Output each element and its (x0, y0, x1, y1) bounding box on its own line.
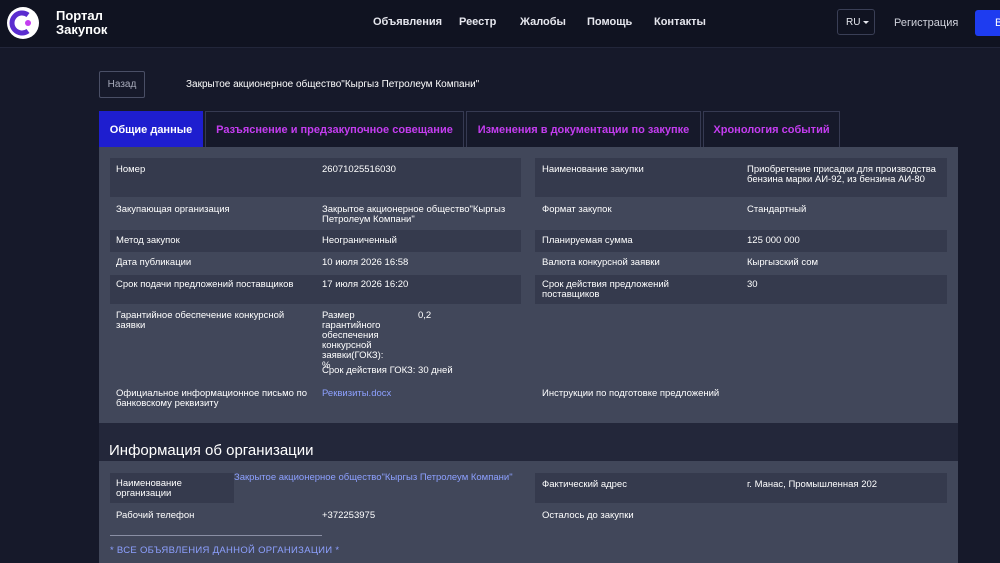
name-value: Приобретение присадки для производства б… (747, 164, 936, 185)
guarantee-term: Срок действия ГОКЗ: 30 дней (322, 365, 453, 376)
deadline-label: Срок подачи предложений поставщиков (116, 279, 294, 290)
register-link[interactable]: Регистрация (894, 17, 958, 29)
bank-letter-label: Официальное информационное письмо по бан… (116, 388, 308, 409)
divider (110, 535, 322, 536)
method-label: Метод закупок (116, 235, 180, 246)
nav-help[interactable]: Помощь (587, 16, 632, 28)
logo-line-1: Портал (56, 8, 103, 23)
page-title: Закрытое акционерное общество"Кыргыз Пет… (186, 79, 480, 90)
currency-value: Кыргызский сом (747, 257, 819, 268)
tab-doc-changes[interactable]: Изменения в документации по закупке (466, 111, 701, 147)
pubdate-label: Дата публикации (116, 257, 192, 268)
login-button[interactable]: В (975, 10, 1000, 36)
guarantee-size-label: Размер гарантийного обеспечения конкурсн… (322, 310, 384, 371)
all-org-announcements-link[interactable]: * ВСЕ ОБЪЯВЛЕНИЯ ДАННОЙ ОРГАНИЗАЦИИ * (110, 545, 339, 556)
logo-line-2: Закупок (56, 22, 108, 37)
planned-sum-value: 125 000 000 (747, 235, 800, 246)
nav-complaints[interactable]: Жалобы (520, 16, 566, 28)
nav-announcements[interactable]: Объявления (373, 16, 442, 28)
general-info-panel: Номер 26071025516030 Наименование закупк… (99, 147, 958, 423)
language-selector[interactable]: RU (837, 9, 875, 35)
portal-logo-icon[interactable] (6, 6, 40, 40)
tab-chronology[interactable]: Хронология событий (703, 111, 840, 147)
number-value: 26071025516030 (322, 164, 396, 175)
format-label: Формат закупок (542, 204, 612, 215)
currency-label: Валюта конкурсной заявки (542, 257, 660, 268)
portal-logo-text: Портал Закупок (56, 9, 107, 37)
buyer-label: Закупающая организация (116, 204, 230, 215)
row-bg (110, 158, 521, 197)
validity-value: 30 (747, 279, 758, 290)
tab-clarification[interactable]: Разъяснение и предзакупочное совещание (205, 111, 464, 147)
pubdate-value: 10 июля 2026 16:58 (322, 257, 409, 268)
guarantee-size-value: 0,2 (418, 310, 432, 321)
org-info-title: Информация об организации (109, 442, 314, 459)
org-info-header: Информация об организации (99, 423, 958, 461)
chevron-down-icon (863, 20, 870, 24)
deadline-value: 17 июля 2026 16:20 (322, 279, 409, 290)
nav-registry[interactable]: Реестр (459, 16, 496, 28)
address-value: г. Манас, Промышленная 202 (747, 479, 878, 490)
validity-label: Срок действия предложений поставщиков (542, 279, 669, 300)
number-label: Номер (116, 164, 146, 175)
nav-contacts[interactable]: Контакты (654, 16, 706, 28)
org-name-label: Наименование организации (116, 478, 182, 499)
back-button[interactable]: Назад (99, 71, 145, 98)
bank-details-link[interactable]: Реквизиты.docx (322, 389, 391, 399)
name-label: Наименование закупки (542, 164, 644, 175)
top-header: Портал Закупок Объявления Реестр Жалобы … (0, 0, 1000, 48)
instructions-label: Инструкции по подготовке предложений (542, 388, 720, 399)
guarantee-label: Гарантийное обеспечение конкурсной заявк… (116, 310, 285, 331)
method-value: Неограниченный (322, 235, 397, 246)
org-name-link[interactable]: Закрытое акционерное общество"Кыргыз Пет… (234, 473, 513, 483)
phone-label: Рабочий телефон (116, 510, 195, 521)
org-info-panel: Наименование организации Закрытое акцион… (99, 461, 958, 563)
tab-general[interactable]: Общие данные (99, 111, 203, 147)
address-label: Фактический адрес (542, 479, 627, 490)
phone-value: +372253975 (322, 510, 376, 521)
planned-sum-label: Планируемая сумма (542, 235, 633, 246)
buyer-value: Закрытое акционерное общество"Кыргыз Пет… (322, 204, 506, 225)
language-value: RU (846, 17, 861, 28)
format-value: Стандартный (747, 204, 807, 215)
time-left-label: Осталось до закупки (542, 510, 634, 521)
